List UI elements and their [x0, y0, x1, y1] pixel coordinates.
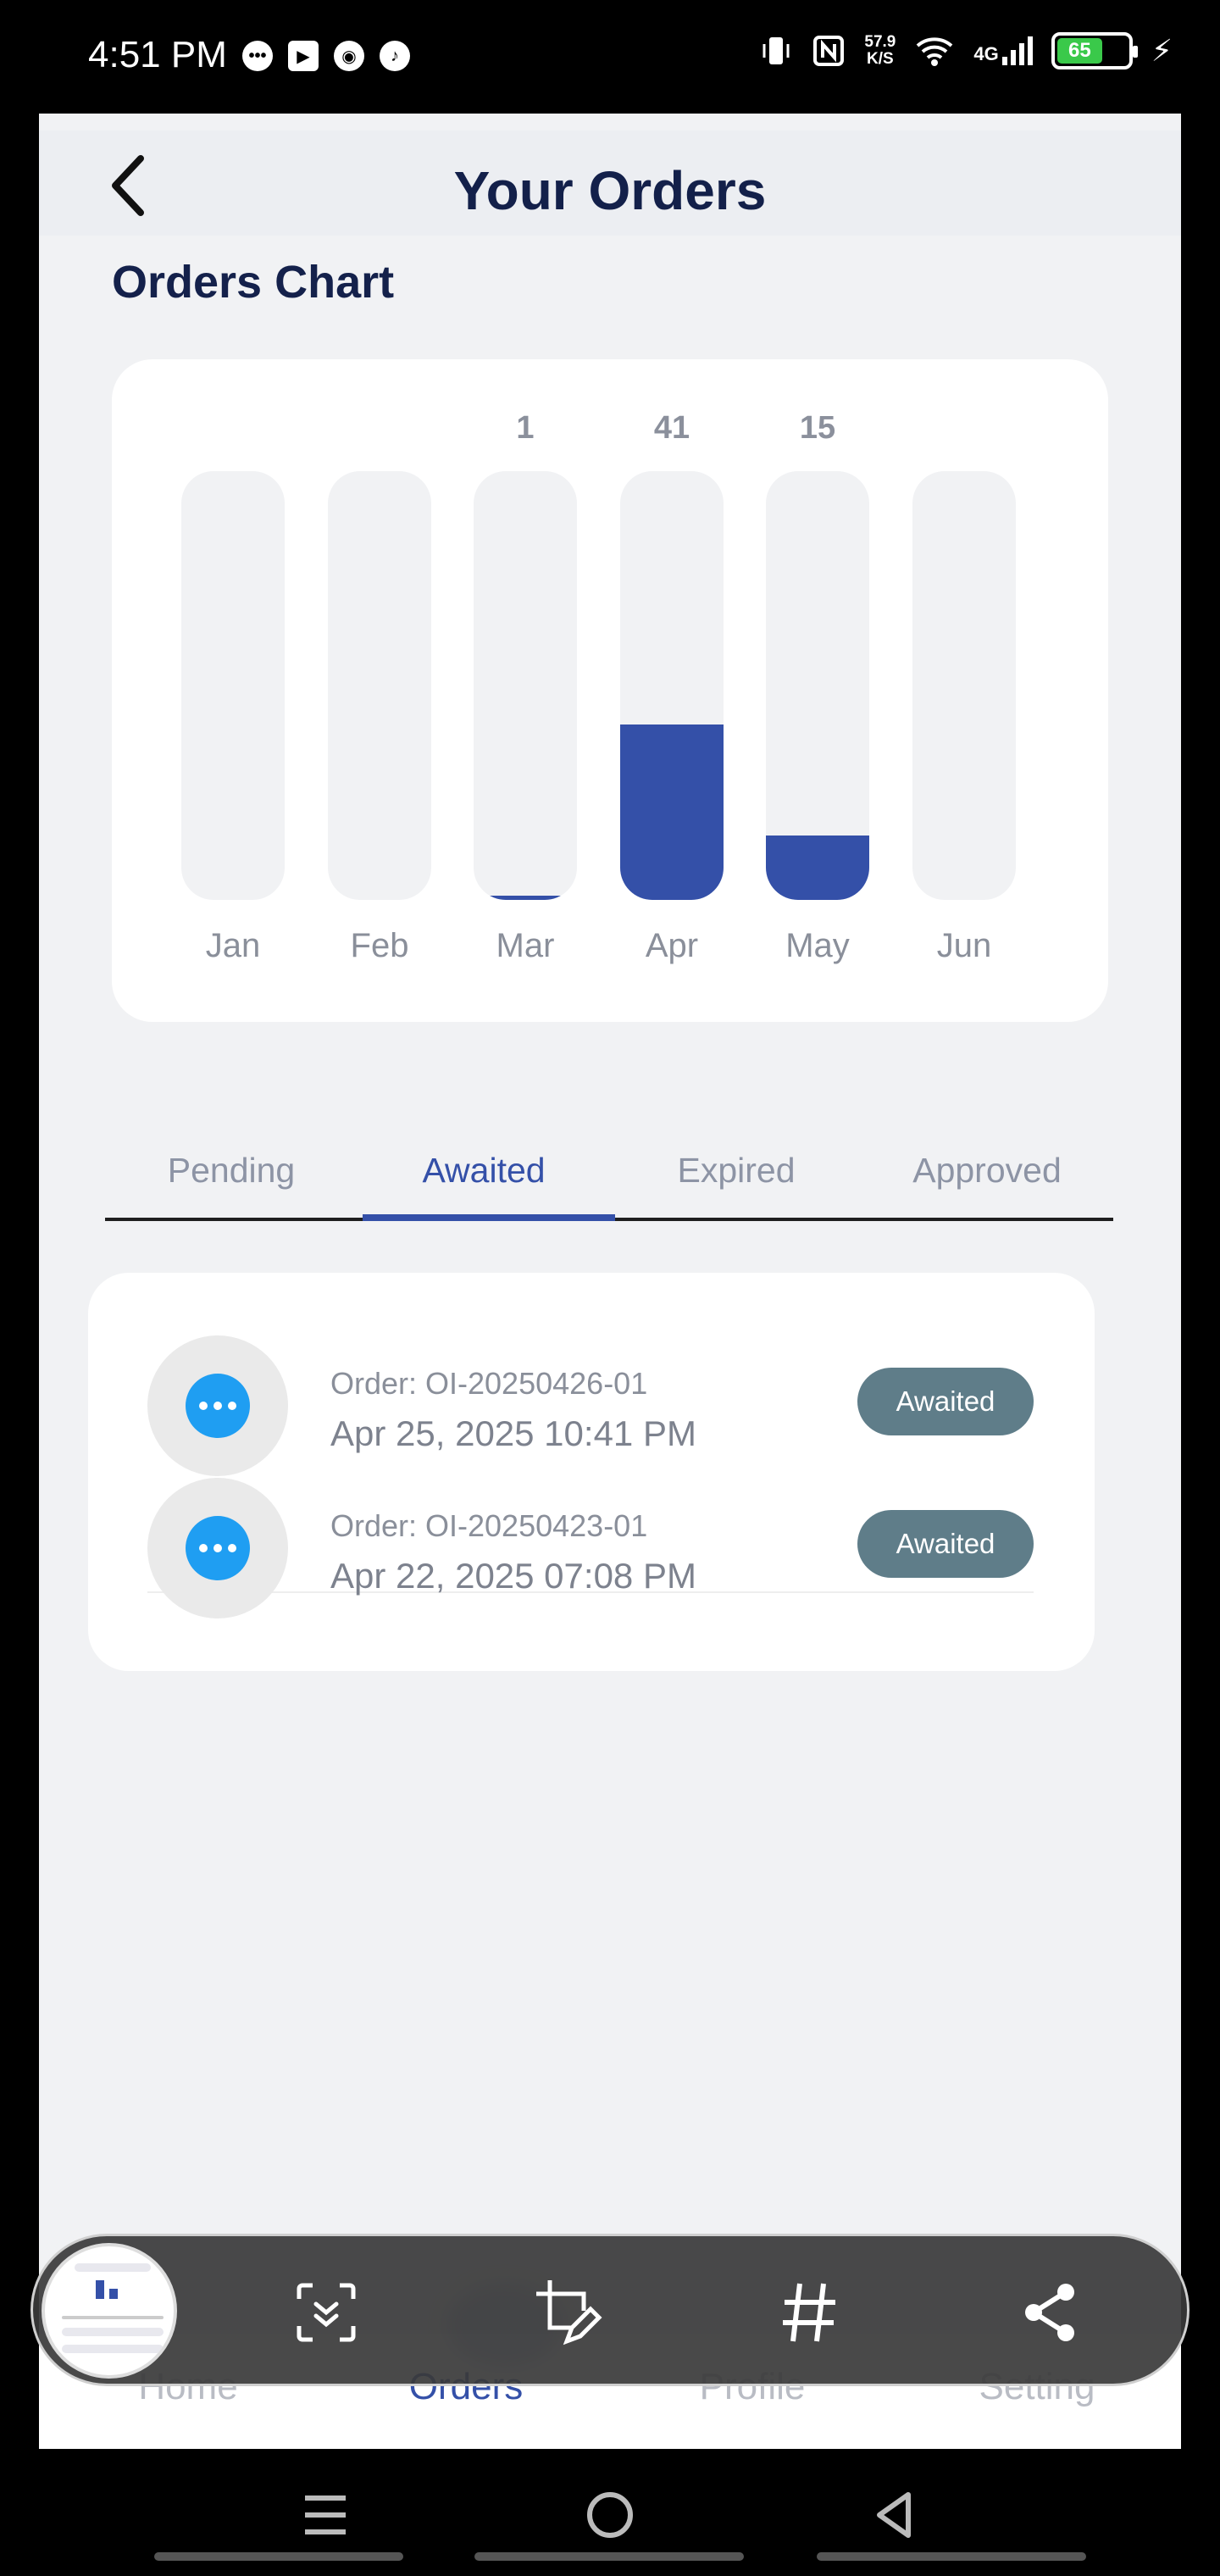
vibrate-icon [762, 37, 790, 64]
page-title: Your Orders [453, 160, 767, 221]
share-icon [1025, 2284, 1074, 2341]
order-avatar [147, 1478, 288, 1618]
triangle-back-icon [877, 2492, 911, 2538]
orders-list-card: Order: OI-20250426-01 Apr 25, 2025 10:41… [88, 1273, 1095, 1671]
more-dots-icon [186, 1374, 250, 1438]
tab-pending[interactable]: Pending [105, 1100, 358, 1219]
bar-may [766, 836, 869, 900]
menu-lines-icon [305, 2496, 346, 2534]
order-row[interactable]: Order: OI-20250426-01 Apr 25, 2025 10:41… [147, 1335, 1034, 1480]
battery-level: 65 [1056, 38, 1103, 64]
tab-approved[interactable]: Approved [861, 1100, 1113, 1219]
tiktok-icon: ♪ [380, 41, 410, 71]
screenshot-toolbar [30, 2234, 1190, 2386]
bar-month-label: Mar [496, 927, 555, 964]
screenshot-thumbnail[interactable] [42, 2243, 177, 2379]
bar-track-may[interactable] [766, 471, 869, 900]
bar-track-mar[interactable] [474, 471, 577, 900]
bar-track-apr[interactable] [620, 471, 724, 900]
scroll-capture-icon [297, 2283, 356, 2342]
system-status-icons: 57.9 K/S 4G 65 ⚡ [759, 32, 1173, 69]
net-speed-value: 57.9 [864, 33, 896, 51]
crop-edit-icon [536, 2280, 602, 2346]
order-id: Order: OI-20250426-01 [330, 1366, 648, 1401]
bar-value-label: 41 [653, 410, 690, 446]
bar-month-label: Apr [645, 927, 699, 964]
app-header: Your Orders [39, 130, 1181, 236]
circle-home-icon [587, 2492, 633, 2538]
tab-awaited[interactable]: Awaited [358, 1100, 610, 1219]
cell-signal: 4G [973, 36, 1033, 65]
signal-bars-icon [1001, 36, 1033, 65]
order-avatar [147, 1335, 288, 1476]
active-tab-indicator [363, 1214, 615, 1221]
order-status-tabs: Pending Awaited Expired Approved [105, 1100, 1113, 1219]
recent-apps-button[interactable] [291, 2481, 359, 2549]
bar-value-label: 1 [516, 410, 535, 446]
wifi-icon [917, 37, 953, 66]
more-dots-icon [186, 1516, 250, 1580]
app-notification-icon: ◉ [334, 41, 364, 71]
status-bar: 4:51 PM ••• ▶ ◉ ♪ 57.9 K/S 4G 65 ⚡ [0, 0, 1220, 114]
battery-icon: 65 [1051, 32, 1138, 69]
charging-bolt-icon: ⚡ [1151, 33, 1173, 68]
status-badge: Awaited [857, 1368, 1034, 1435]
hashtag-button[interactable] [767, 2270, 851, 2355]
bar-value-label: 15 [799, 410, 836, 446]
share-button[interactable] [1007, 2270, 1092, 2355]
bar-track-feb[interactable] [328, 471, 431, 900]
crop-edit-button[interactable] [526, 2270, 611, 2355]
nfc-icon [813, 36, 845, 66]
scroll-capture-button[interactable] [284, 2270, 369, 2355]
bar-track-jun[interactable] [912, 471, 1016, 900]
bar-month-label: Jan [205, 927, 261, 964]
network-speed: 57.9 K/S [864, 34, 896, 68]
hashtag-icon [783, 2283, 835, 2342]
chat-bubble-icon: ••• [242, 41, 273, 71]
status-badge: Awaited [857, 1510, 1034, 1578]
orders-chart-card: Jan Feb 1 Mar 41 Apr 15 May Jun [112, 359, 1108, 1022]
video-camera-icon: ▶ [288, 41, 319, 71]
status-time: 4:51 PM [88, 34, 227, 75]
home-button[interactable] [576, 2481, 644, 2549]
bar-month-label: Feb [350, 927, 409, 964]
nav-pill-left [154, 2552, 403, 2561]
app-screen: Your Orders Orders Chart Jan Feb 1 Mar 41 Apr… [39, 114, 1181, 2449]
nav-pill-right [817, 2552, 1086, 2561]
system-navigation-bar [0, 2449, 1220, 2576]
order-id: Order: OI-20250423-01 [330, 1508, 648, 1543]
notification-icons: ••• ▶ ◉ ♪ [242, 41, 410, 71]
order-date: Apr 25, 2025 10:41 PM [330, 1413, 696, 1453]
tab-expired[interactable]: Expired [610, 1100, 862, 1219]
nav-pill-center [474, 2552, 744, 2561]
back-nav-button[interactable] [861, 2481, 929, 2549]
bar-apr [620, 724, 724, 900]
order-date: Apr 22, 2025 07:08 PM [330, 1556, 696, 1596]
bar-month-label: May [785, 927, 850, 964]
order-row[interactable]: Order: OI-20250423-01 Apr 22, 2025 07:08… [147, 1478, 1034, 1622]
network-type: 4G [973, 43, 999, 64]
bar-mar [474, 896, 577, 900]
net-speed-unit: K/S [867, 50, 894, 68]
section-title: Orders Chart [112, 257, 395, 308]
bar-track-jan[interactable] [181, 471, 285, 900]
bar-month-label: Jun [936, 927, 992, 964]
